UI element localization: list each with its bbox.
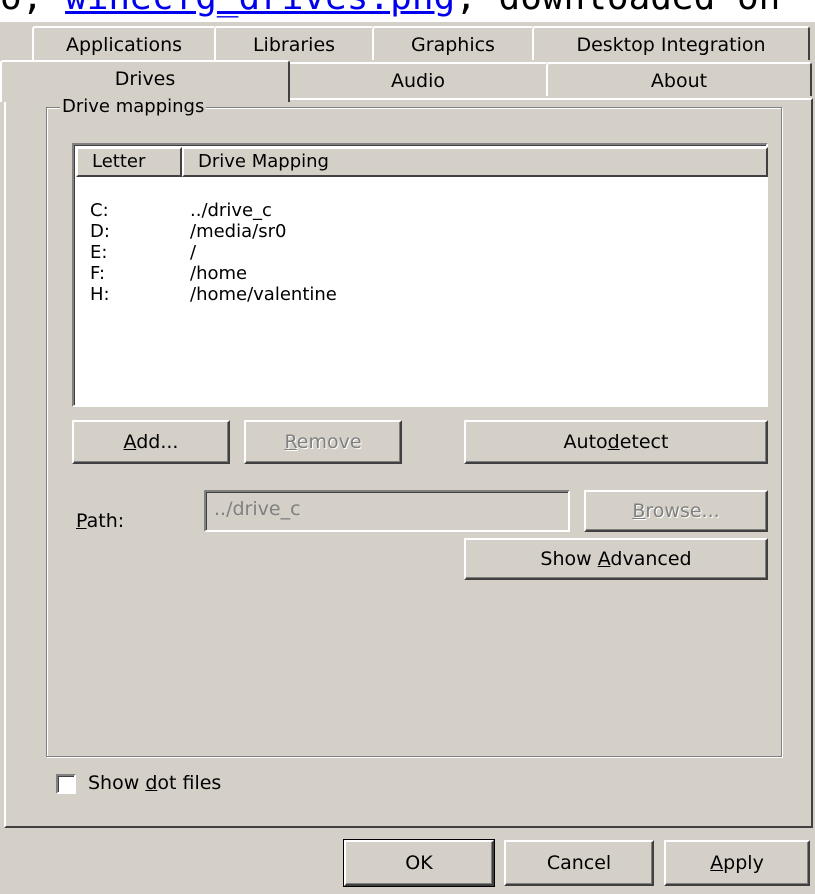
row-letter: H: — [90, 284, 110, 305]
path-input[interactable]: ../drive_c — [204, 490, 570, 532]
caption-suffix: , downloaded on — [455, 0, 780, 18]
image-link[interactable]: winecfg_drives.png — [65, 0, 455, 18]
show-dot-files-checkbox[interactable] — [56, 774, 76, 794]
add-button[interactable]: Add... — [72, 420, 230, 464]
tab-about[interactable]: About — [546, 62, 812, 96]
table-row[interactable]: H: /home/valentine — [74, 284, 764, 305]
row-mapping: /media/sr0 — [190, 221, 287, 242]
table-row[interactable]: D: /media/sr0 — [74, 221, 764, 242]
row-letter: E: — [90, 242, 108, 263]
cancel-button[interactable]: Cancel — [504, 840, 654, 886]
row-mapping: /home/valentine — [190, 284, 337, 305]
tab-desktop-integration[interactable]: Desktop Integration — [532, 26, 810, 60]
tab-applications[interactable]: Applications — [32, 26, 216, 60]
drive-list[interactable]: Letter Drive Mapping C: ../drive_c D: /m… — [72, 143, 768, 407]
autodetect-button[interactable]: Autodetect — [464, 420, 768, 464]
apply-button[interactable]: Apply — [664, 840, 810, 886]
row-mapping: /home — [190, 263, 248, 284]
show-advanced-button[interactable]: Show Advanced — [464, 538, 768, 580]
drive-mappings-title: Drive mappings — [60, 96, 207, 118]
ok-button[interactable]: OK — [343, 839, 495, 887]
row-letter: C: — [90, 200, 109, 221]
column-header-drive-mapping[interactable]: Drive Mapping — [182, 147, 768, 177]
row-mapping: / — [190, 242, 197, 263]
path-label: Path: — [76, 510, 125, 532]
row-letter: F: — [90, 263, 106, 284]
row-letter: D: — [90, 221, 110, 242]
caption-prefix: o, — [0, 0, 43, 18]
show-dot-files-label: Show dot files — [88, 772, 222, 794]
table-row[interactable]: E: / — [74, 242, 764, 263]
tab-libraries[interactable]: Libraries — [214, 26, 374, 60]
remove-button[interactable]: Remove — [244, 420, 402, 464]
row-mapping: ../drive_c — [190, 200, 272, 221]
table-row[interactable]: C: ../drive_c — [74, 200, 764, 221]
drive-list-header: Letter Drive Mapping — [76, 147, 768, 177]
page-caption: o, winecfg_drives.png, downloaded on — [0, 0, 815, 18]
table-row[interactable]: F: /home — [74, 263, 764, 284]
browse-button[interactable]: Browse... — [584, 490, 768, 532]
tab-graphics[interactable]: Graphics — [372, 26, 534, 60]
tab-audio[interactable]: Audio — [288, 62, 548, 96]
column-header-letter[interactable]: Letter — [76, 147, 182, 177]
